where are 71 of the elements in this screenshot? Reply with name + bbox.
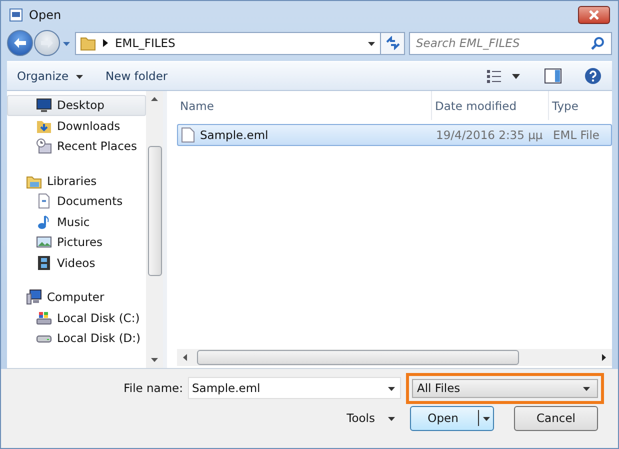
monitor-icon xyxy=(36,97,52,114)
organize-menu[interactable]: Organize xyxy=(17,69,84,83)
document-icon xyxy=(9,8,23,22)
close-icon xyxy=(588,10,600,20)
file-name-label: File name: xyxy=(124,381,183,395)
address-path: EML_FILES xyxy=(115,36,176,50)
preview-pane-icon xyxy=(544,68,562,84)
open-button[interactable]: Open xyxy=(410,406,494,430)
back-arrow-icon xyxy=(13,37,27,49)
column-header[interactable]: Date modified xyxy=(432,91,549,120)
music-note-icon xyxy=(36,214,52,230)
caret-icon xyxy=(582,384,591,392)
refresh-button[interactable] xyxy=(381,32,405,54)
sidebar-item[interactable]: Recent Places xyxy=(7,136,146,156)
sidebar-item[interactable]: Libraries xyxy=(7,170,146,191)
scroll-up-icon xyxy=(151,97,158,101)
horizontal-scrollbar[interactable] xyxy=(177,349,612,366)
column-header[interactable]: Name xyxy=(177,91,432,120)
new-folder-button[interactable]: New folder xyxy=(106,69,168,83)
scroll-left-icon xyxy=(183,354,187,361)
caret-icon xyxy=(387,384,396,392)
cancel-button[interactable]: Cancel xyxy=(514,406,598,430)
caret-icon xyxy=(74,72,84,80)
picture-icon xyxy=(36,234,52,250)
folder-icon xyxy=(80,35,96,51)
scroll-down-icon xyxy=(151,358,158,362)
vertical-scrollbar[interactable] xyxy=(146,91,163,368)
file-icon xyxy=(181,127,195,143)
sidebar-item[interactable]: Music xyxy=(7,212,146,232)
sidebar-item[interactable]: Videos xyxy=(7,252,146,273)
sidebar-item[interactable]: Local Disk (D:) xyxy=(7,328,146,348)
file-name-field[interactable]: Sample.eml xyxy=(188,377,401,399)
breadcrumb-arrow-icon xyxy=(103,39,108,47)
film-icon xyxy=(36,254,52,271)
sidebar-item[interactable]: Downloads xyxy=(7,116,146,136)
table-cell: 19/4/2016 2:35 μμ xyxy=(436,128,543,142)
file-row[interactable]: Sample.eml 19/4/2016 2:35 μμ EML File xyxy=(177,124,612,146)
caret-icon xyxy=(482,414,491,422)
forward-button[interactable] xyxy=(34,30,60,56)
search-field[interactable]: Search EML_FILES xyxy=(409,32,612,54)
scroll-thumb[interactable] xyxy=(197,350,519,365)
sidebar-item[interactable]: Documents xyxy=(7,191,146,212)
window-title: Open xyxy=(29,8,62,22)
sidebar-item[interactable]: Computer xyxy=(7,287,146,308)
address-bar[interactable]: EML_FILES xyxy=(75,32,381,54)
column-header[interactable]: Type xyxy=(549,91,612,120)
file-type-dropdown[interactable]: All Files xyxy=(412,378,598,398)
sidebar-item[interactable]: Local Disk (C:) xyxy=(7,308,146,328)
back-button[interactable] xyxy=(7,30,33,56)
caret-icon xyxy=(367,40,376,46)
preview-pane-button[interactable] xyxy=(544,68,562,84)
caret-icon xyxy=(387,414,396,422)
scroll-thumb[interactable] xyxy=(148,146,162,276)
computer-icon xyxy=(26,289,42,306)
search-icon xyxy=(591,36,605,50)
table-cell: EML File xyxy=(553,128,600,142)
close-button[interactable] xyxy=(578,6,610,24)
document-icon xyxy=(36,193,52,210)
table-cell: Sample.eml xyxy=(200,128,268,142)
sidebar-item[interactable]: Pictures xyxy=(7,232,146,252)
disk-icon xyxy=(36,310,52,326)
history-caret-icon xyxy=(62,40,71,46)
tools-menu[interactable]: Tools xyxy=(346,411,396,425)
help-button[interactable] xyxy=(584,67,602,85)
sidebar-item[interactable]: Desktop xyxy=(7,95,146,116)
scroll-right-icon xyxy=(602,354,606,361)
refresh-icon xyxy=(384,36,400,50)
view-options-button[interactable] xyxy=(486,69,522,83)
list-view-icon xyxy=(486,69,522,83)
help-icon xyxy=(584,67,602,85)
clock-folder-icon xyxy=(36,138,52,154)
